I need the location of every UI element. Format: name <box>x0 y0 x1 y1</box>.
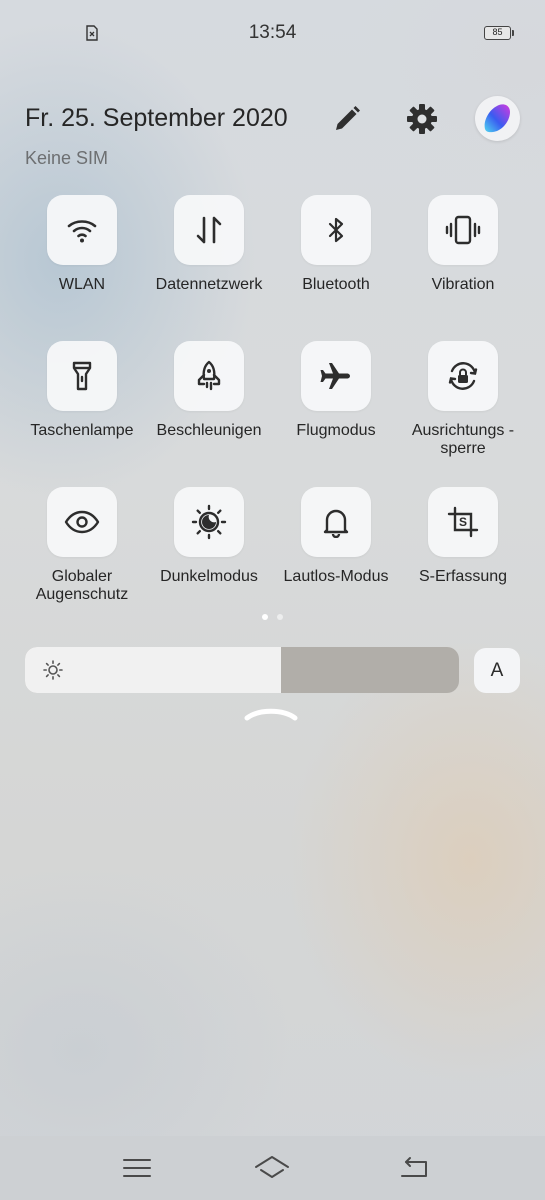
tile-dunkelmodus-button[interactable] <box>174 487 244 557</box>
tile-flugmodus[interactable]: Flugmodus <box>272 341 400 481</box>
home-icon <box>255 1156 289 1178</box>
tile-taschenlampe-label: Taschenlampe <box>30 422 134 439</box>
tile-vibration-button[interactable] <box>428 195 498 265</box>
sun-icon <box>43 660 63 680</box>
home-button[interactable] <box>252 1150 292 1186</box>
tile-wlan-label: WLAN <box>58 276 106 293</box>
pencil-icon <box>336 106 360 130</box>
tile-s-erfassung-button[interactable]: S <box>428 487 498 557</box>
pager-dot[interactable] <box>277 614 283 620</box>
dark-mode-icon <box>191 504 227 540</box>
settings-button[interactable] <box>403 100 441 138</box>
back-button[interactable] <box>395 1150 435 1186</box>
tile-lautlos[interactable]: Lautlos-Modus <box>272 487 400 627</box>
gear-icon <box>407 104 437 134</box>
tile-taschenlampe[interactable]: Taschenlampe <box>18 341 146 481</box>
eye-icon <box>64 510 100 534</box>
tile-s-erfassung[interactable]: S S-Erfassung <box>399 487 527 627</box>
tile-datennetzwerk-label: Datennetzwerk <box>155 276 263 293</box>
jovi-assistant-icon <box>484 104 510 133</box>
tile-ausrichtungssperre-button[interactable] <box>428 341 498 411</box>
bell-icon <box>323 509 349 538</box>
battery-level: 85 <box>492 27 503 37</box>
tile-datennetzwerk-button[interactable] <box>174 195 244 265</box>
tile-vibration[interactable]: Vibration <box>399 195 527 335</box>
brightness-slider[interactable] <box>25 647 459 693</box>
screenshot-icon: S <box>447 506 479 538</box>
tile-lautlos-label: Lautlos-Modus <box>283 568 389 585</box>
rotation-lock-icon <box>448 362 478 390</box>
tile-lautlos-button[interactable] <box>301 487 371 557</box>
menu-icon <box>123 1159 151 1177</box>
mobile-data-icon <box>196 216 222 244</box>
status-time: 13:54 <box>248 22 297 43</box>
rocket-icon <box>197 360 221 391</box>
auto-brightness-button[interactable]: A <box>474 648 520 693</box>
tile-flugmodus-label: Flugmodus <box>296 422 376 439</box>
date-label: Fr. 25. September 2020 <box>25 104 288 132</box>
tile-bluetooth[interactable]: Bluetooth <box>272 195 400 335</box>
menu-button[interactable] <box>117 1150 157 1186</box>
chevron-up-icon <box>244 708 298 721</box>
tile-bluetooth-label: Bluetooth <box>302 276 370 293</box>
tile-ausrichtungssperre-label: Ausrichtungs - sperre <box>411 422 515 457</box>
tile-datennetzwerk[interactable]: Datennetzwerk <box>145 195 273 335</box>
tile-wlan-button[interactable] <box>47 195 117 265</box>
collapse-button[interactable] <box>243 706 299 724</box>
sim-status: Keine SIM <box>25 148 109 168</box>
battery-tip <box>512 30 514 36</box>
tile-ausrichtungssperre[interactable]: Ausrichtungs - sperre <box>399 341 527 481</box>
bluetooth-icon <box>328 217 344 243</box>
tile-augenschutz-label: Globaler Augenschutz <box>35 568 129 603</box>
tile-taschenlampe-button[interactable] <box>47 341 117 411</box>
back-icon <box>401 1157 427 1177</box>
tile-vibration-label: Vibration <box>431 276 495 293</box>
assistant-avatar[interactable] <box>475 96 520 141</box>
tile-dunkelmodus[interactable]: Dunkelmodus <box>145 487 273 627</box>
battery-icon: 85 <box>484 26 511 40</box>
flashlight-icon <box>72 361 92 391</box>
wifi-icon <box>67 220 97 243</box>
pager-dot-active[interactable] <box>262 614 268 620</box>
tile-augenschutz[interactable]: Globaler Augenschutz <box>18 487 146 627</box>
tile-beschleunigen-label: Beschleunigen <box>156 422 262 439</box>
tile-beschleunigen-button[interactable] <box>174 341 244 411</box>
svg-text:S: S <box>459 515 467 529</box>
tile-s-erfassung-label: S-Erfassung <box>418 568 508 585</box>
airplane-icon <box>320 363 350 389</box>
tile-flugmodus-button[interactable] <box>301 341 371 411</box>
tile-beschleunigen[interactable]: Beschleunigen <box>145 341 273 481</box>
edit-button[interactable] <box>330 102 364 136</box>
tile-dunkelmodus-label: Dunkelmodus <box>160 568 258 585</box>
tile-augenschutz-button[interactable] <box>47 487 117 557</box>
tile-bluetooth-button[interactable] <box>301 195 371 265</box>
vibration-icon <box>445 215 481 245</box>
tile-wlan[interactable]: WLAN <box>18 195 146 335</box>
brightness-slider-fill <box>25 647 282 693</box>
